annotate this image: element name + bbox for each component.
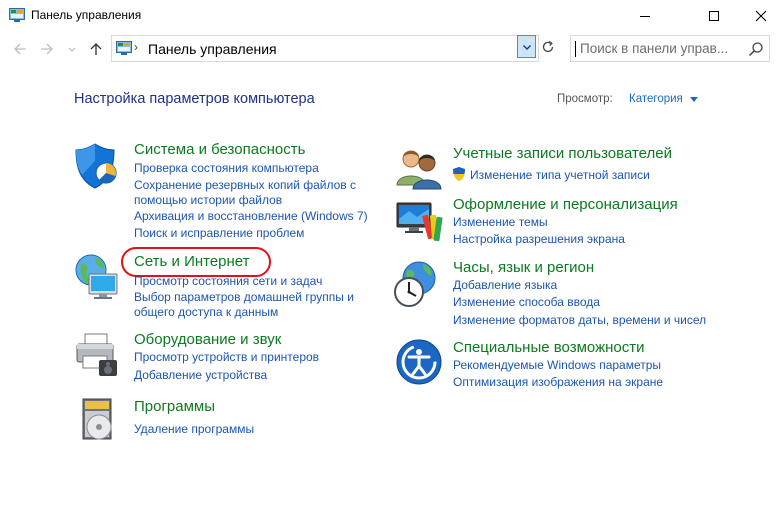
- link-devices-printers[interactable]: Просмотр устройств и принтеров: [134, 349, 319, 365]
- maximize-button[interactable]: [691, 0, 737, 31]
- title-bar: Панель управления: [0, 0, 784, 31]
- appearance-monitor-icon[interactable]: [395, 197, 443, 245]
- link-network-status[interactable]: Просмотр состояния сети и задач: [134, 273, 322, 289]
- window-title: Панель управления: [31, 8, 142, 22]
- link-backup-restore[interactable]: Архивация и восстановление (Windows 7): [134, 208, 368, 224]
- network-globe-icon[interactable]: [73, 252, 121, 300]
- arrow-right-icon: [41, 43, 53, 55]
- close-icon: [755, 10, 767, 21]
- category-system-security[interactable]: Система и безопасность: [134, 141, 305, 158]
- page-title: Настройка параметров компьютера: [74, 91, 315, 107]
- close-button[interactable]: [738, 0, 784, 31]
- link-homegroup-cont[interactable]: общего доступа к данным: [134, 304, 278, 320]
- link-change-account-type[interactable]: Изменение типа учетной записи: [470, 167, 650, 183]
- link-backup-files[interactable]: Сохранение резервных копий файлов с: [134, 177, 356, 193]
- category-clock-language-region[interactable]: Часы, язык и регион: [453, 259, 594, 276]
- breadcrumb[interactable]: Панель управления: [148, 41, 277, 57]
- link-backup-files-cont[interactable]: помощью истории файлов: [134, 192, 282, 208]
- category-programs[interactable]: Программы: [134, 398, 215, 415]
- programs-icon[interactable]: [77, 397, 125, 445]
- category-appearance[interactable]: Оформление и персонализация: [453, 196, 678, 213]
- link-recommended-settings[interactable]: Рекомендуемые Windows параметры: [453, 357, 661, 373]
- refresh-button[interactable]: [538, 37, 558, 57]
- address-bar[interactable]: › Панель управления: [111, 35, 539, 62]
- link-optimize-display[interactable]: Оптимизация изображения на экране: [453, 374, 663, 390]
- chevron-down-icon: [522, 44, 531, 50]
- link-change-theme[interactable]: Изменение темы: [453, 214, 548, 230]
- recent-locations-button[interactable]: [62, 39, 82, 59]
- chevron-down-icon: [68, 47, 76, 52]
- view-by-dropdown[interactable]: Категория: [629, 93, 683, 105]
- printer-icon[interactable]: [73, 330, 121, 378]
- text-cursor: [575, 41, 576, 57]
- view-by-chevron-icon[interactable]: [690, 97, 698, 102]
- forward-button[interactable]: [37, 39, 57, 59]
- link-troubleshoot[interactable]: Поиск и исправление проблем: [134, 225, 304, 241]
- category-user-accounts[interactable]: Учетные записи пользователей: [453, 145, 672, 162]
- link-add-device[interactable]: Добавление устройства: [134, 367, 267, 383]
- search-icon[interactable]: [748, 41, 764, 57]
- address-history-dropdown[interactable]: [517, 35, 536, 58]
- control-panel-icon: [116, 41, 132, 55]
- shield-icon[interactable]: [73, 141, 121, 189]
- refresh-icon: [542, 40, 554, 53]
- link-add-language[interactable]: Добавление языка: [453, 277, 557, 293]
- search-placeholder: Поиск в панели управ...: [580, 41, 729, 56]
- minimize-icon: [640, 15, 650, 17]
- uac-shield-icon: [453, 167, 465, 181]
- ease-of-access-icon[interactable]: [395, 338, 443, 386]
- link-change-input-method[interactable]: Изменение способа ввода: [453, 294, 600, 310]
- up-button[interactable]: [86, 39, 106, 59]
- users-icon[interactable]: [395, 145, 443, 193]
- clock-globe-icon[interactable]: [393, 260, 441, 308]
- view-by-label: Просмотр:: [557, 93, 613, 105]
- search-input[interactable]: Поиск в панели управ...: [570, 35, 770, 62]
- arrow-up-icon: [90, 43, 102, 55]
- minimize-button[interactable]: [622, 0, 668, 31]
- link-homegroup[interactable]: Выбор параметров домашней группы и: [134, 289, 354, 305]
- category-hardware-sound[interactable]: Оборудование и звук: [134, 331, 281, 348]
- link-uninstall-program[interactable]: Удаление программы: [134, 421, 254, 437]
- link-screen-resolution[interactable]: Настройка разрешения экрана: [453, 231, 625, 247]
- arrow-left-icon: [14, 43, 26, 55]
- link-change-date-formats[interactable]: Изменение форматов даты, времени и чисел: [453, 312, 706, 328]
- breadcrumb-chevron-icon[interactable]: ›: [134, 40, 138, 54]
- category-ease-of-access[interactable]: Специальные возможности: [453, 339, 645, 356]
- link-check-computer-status[interactable]: Проверка состояния компьютера: [134, 160, 319, 176]
- category-network-internet[interactable]: Сеть и Интернет: [134, 253, 250, 270]
- maximize-icon: [709, 10, 719, 21]
- back-button[interactable]: [10, 39, 30, 59]
- control-panel-icon: [9, 8, 25, 22]
